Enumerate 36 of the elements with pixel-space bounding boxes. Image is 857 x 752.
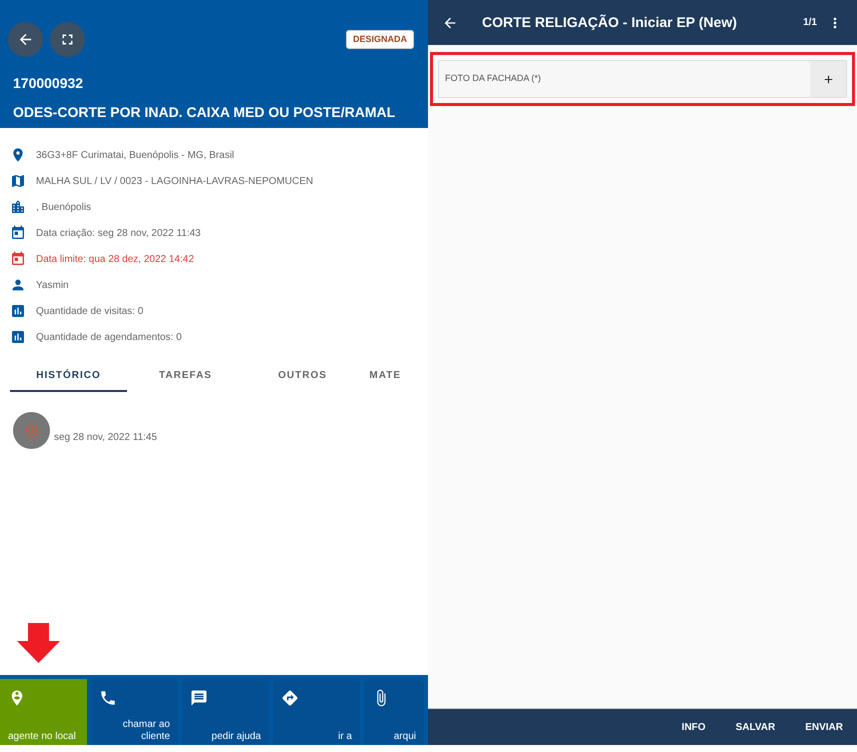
footer-button[interactable]: INFO (682, 720, 706, 734)
field-label: FOTO DA FACHADA (*) (444, 72, 542, 86)
order-title: ODES-CORTE POR INAD. CAIXA MED OU POSTE/RAMAL (13, 103, 396, 122)
directions-icon (281, 689, 299, 707)
back-arrow-icon (17, 31, 34, 48)
back-button[interactable] (8, 22, 43, 57)
info-text: Data limite: qua 28 dez, 2022 14:42 (36, 252, 194, 266)
info-text: Data criação: seg 28 nov, 2022 11:43 (36, 226, 201, 240)
action-tile[interactable]: ir a (273, 679, 360, 745)
action-tile[interactable]: chamar ao cliente (91, 679, 178, 745)
tab[interactable]: HISTÓRICO (10, 360, 127, 392)
footer-button[interactable]: ENVIAR (805, 720, 843, 734)
photo-field[interactable]: FOTO DA FACHADA (*) (438, 60, 847, 98)
screen-title: CORTE RELIGAÇÃO - Iniciar EP (New) (482, 13, 737, 32)
info-text: 36G3+8F Curimatai, Buenópolis - MG, Brasil (36, 148, 234, 162)
order-number: 170000932 (13, 74, 84, 93)
fullscreen-button[interactable] (50, 22, 85, 57)
plus-icon (822, 72, 834, 86)
info-text: MALHA SUL / LV / 0023 - LAGOINHA-LAVRAS-NEPOMUCEN (36, 174, 314, 188)
info-text: Yasmin (36, 278, 69, 292)
tab[interactable]: TAREFAS (127, 360, 244, 392)
down-arrow-drawing (17, 623, 60, 663)
status-badge: DESIGNADA (346, 30, 414, 50)
info-text: Quantidade de agendamentos: 0 (36, 330, 182, 344)
action-tile[interactable]: pedir ajuda (182, 679, 269, 745)
phone-icon (99, 689, 117, 707)
page-counter: 1/1 (803, 16, 817, 30)
alert-icon (24, 424, 38, 438)
info-text: Quantidade de visitas: 0 (36, 304, 144, 318)
message-icon (190, 689, 208, 707)
history-time: seg 28 nov, 2022 11:45 (54, 431, 158, 445)
tab[interactable]: MATE (361, 360, 401, 392)
action-tile[interactable]: arqui (364, 679, 424, 745)
tab[interactable]: OUTROS (244, 360, 361, 392)
info-text: , Buenópolis (36, 200, 92, 214)
footer-button[interactable]: SALVAR (736, 720, 776, 734)
